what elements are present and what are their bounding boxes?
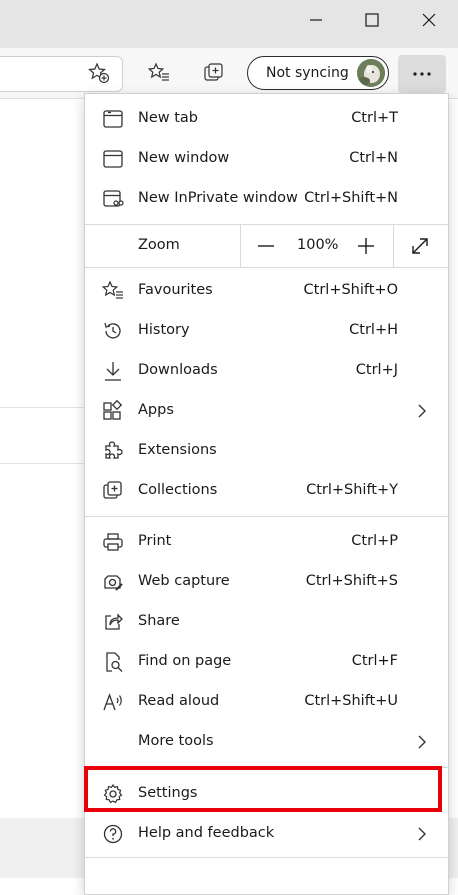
menu-separator [85, 516, 448, 517]
minus-icon [258, 245, 274, 247]
menu-item-label: Find on page [138, 653, 232, 669]
favourites-icon [102, 280, 123, 299]
menu-item-extensions[interactable]: Extensions [85, 431, 448, 471]
menu-item-new-inprivate-window[interactable]: New InPrivate window Ctrl+Shift+N [85, 179, 448, 219]
menu-item-label: Share [138, 613, 180, 629]
new-tab-icon [103, 110, 123, 128]
menu-item-web-capture[interactable]: Web capture Ctrl+Shift+S [85, 562, 448, 602]
maximize-icon [365, 13, 379, 27]
history-icon [104, 322, 121, 339]
menu-item-label: Web capture [138, 573, 230, 589]
menu-item-shortcut: Ctrl+Shift+Y [306, 482, 398, 498]
chevron-right-icon [418, 827, 426, 841]
zoom-divider [240, 225, 241, 267]
menu-item-shortcut: Ctrl+N [349, 150, 398, 166]
sync-status-label: Not syncing [266, 65, 349, 81]
apps-icon [103, 400, 123, 420]
menu-item-shortcut: Ctrl+H [349, 322, 398, 338]
menu-item-find-on-page[interactable]: Find on page Ctrl+F [85, 642, 448, 682]
menu-item-label: Collections [138, 482, 218, 498]
web-capture-icon [104, 575, 123, 591]
menu-item-more-tools[interactable]: More tools [85, 722, 448, 762]
menu-item-read-aloud[interactable]: Read aloud Ctrl+Shift+U [85, 682, 448, 722]
zoom-divider [393, 225, 394, 267]
share-icon [105, 613, 123, 630]
more-dots-icon [413, 72, 431, 76]
page-divider [0, 407, 84, 408]
menu-item-favourites[interactable]: Favourites Ctrl+Shift+O [85, 271, 448, 311]
extensions-icon [105, 441, 123, 459]
close-icon [422, 13, 436, 27]
minimize-icon [310, 19, 322, 21]
menu-item-collections[interactable]: Collections Ctrl+Shift+Y [85, 471, 448, 511]
menu-item-label: New InPrivate window [138, 190, 298, 206]
menu-item-label: Print [138, 533, 172, 549]
menu-item-print[interactable]: Print Ctrl+P [85, 522, 448, 562]
plus-icon [358, 238, 374, 254]
menu-item-label: History [138, 322, 190, 338]
expand-icon [412, 238, 428, 254]
title-bar [0, 0, 458, 48]
new-window-icon [103, 150, 123, 168]
maximize-button[interactable] [348, 0, 396, 40]
star-add-icon [88, 62, 110, 84]
menu-item-shortcut: Ctrl+P [351, 533, 398, 549]
avatar [357, 59, 385, 87]
zoom-row: Zoom 100% [85, 225, 448, 267]
zoom-label: Zoom [138, 237, 180, 253]
menu-item-label: Help and feedback [138, 825, 275, 841]
menu-item-help-and-feedback[interactable]: Help and feedback [85, 814, 448, 854]
close-button[interactable] [405, 0, 453, 40]
zoom-level: 100% [297, 237, 339, 253]
menu-item-share[interactable]: Share [85, 602, 448, 642]
menu-item-label: Apps [138, 402, 174, 418]
menu-item-shortcut: Ctrl+Shift+N [304, 190, 398, 206]
page-divider [0, 463, 84, 464]
menu-item-new-window[interactable]: New window Ctrl+N [85, 139, 448, 179]
browser-toolbar [0, 48, 458, 99]
menu-item-label: Favourites [138, 282, 213, 298]
chevron-right-icon [418, 404, 426, 418]
chevron-right-icon [418, 735, 426, 749]
menu-item-shortcut: Ctrl+Shift+U [304, 693, 398, 709]
zoom-in-button[interactable] [355, 235, 377, 257]
add-favourite-button[interactable] [83, 57, 115, 89]
menu-item-label: New tab [138, 110, 199, 126]
menu-separator [85, 267, 448, 268]
profile-sync-button[interactable]: Not syncing [247, 56, 389, 90]
menu-item-label: More tools [138, 733, 214, 749]
print-icon [103, 533, 123, 551]
collections-button[interactable] [198, 57, 230, 89]
inprivate-icon [103, 190, 124, 207]
settings-highlight-box [84, 766, 442, 812]
help-icon [103, 824, 123, 844]
read-aloud-icon [103, 693, 122, 711]
favourites-list-icon [148, 62, 169, 81]
menu-separator [85, 857, 448, 858]
menu-item-label: New window [138, 150, 230, 166]
menu-item-shortcut: Ctrl+J [355, 362, 398, 378]
menu-item-label: Read aloud [138, 693, 220, 709]
menu-item-history[interactable]: History Ctrl+H [85, 311, 448, 351]
collections-icon [204, 63, 223, 81]
favourites-button[interactable] [143, 57, 175, 89]
download-icon [105, 362, 121, 381]
menu-item-downloads[interactable]: Downloads Ctrl+J [85, 351, 448, 391]
minimize-button[interactable] [292, 0, 340, 40]
menu-item-shortcut: Ctrl+T [351, 110, 398, 126]
collections-icon [103, 481, 122, 499]
full-screen-button[interactable] [409, 235, 431, 257]
menu-item-label: Extensions [138, 442, 217, 458]
zoom-out-button[interactable] [255, 235, 277, 257]
menu-item-apps[interactable]: Apps [85, 391, 448, 431]
menu-item-shortcut: Ctrl+F [351, 653, 398, 669]
settings-and-more-button[interactable] [398, 55, 446, 93]
menu-item-new-tab[interactable]: New tab Ctrl+T [85, 99, 448, 139]
menu-item-shortcut: Ctrl+Shift+O [303, 282, 398, 298]
menu-item-shortcut: Ctrl+Shift+S [305, 573, 398, 589]
menu-item-label: Downloads [138, 362, 218, 378]
find-icon [106, 652, 123, 672]
